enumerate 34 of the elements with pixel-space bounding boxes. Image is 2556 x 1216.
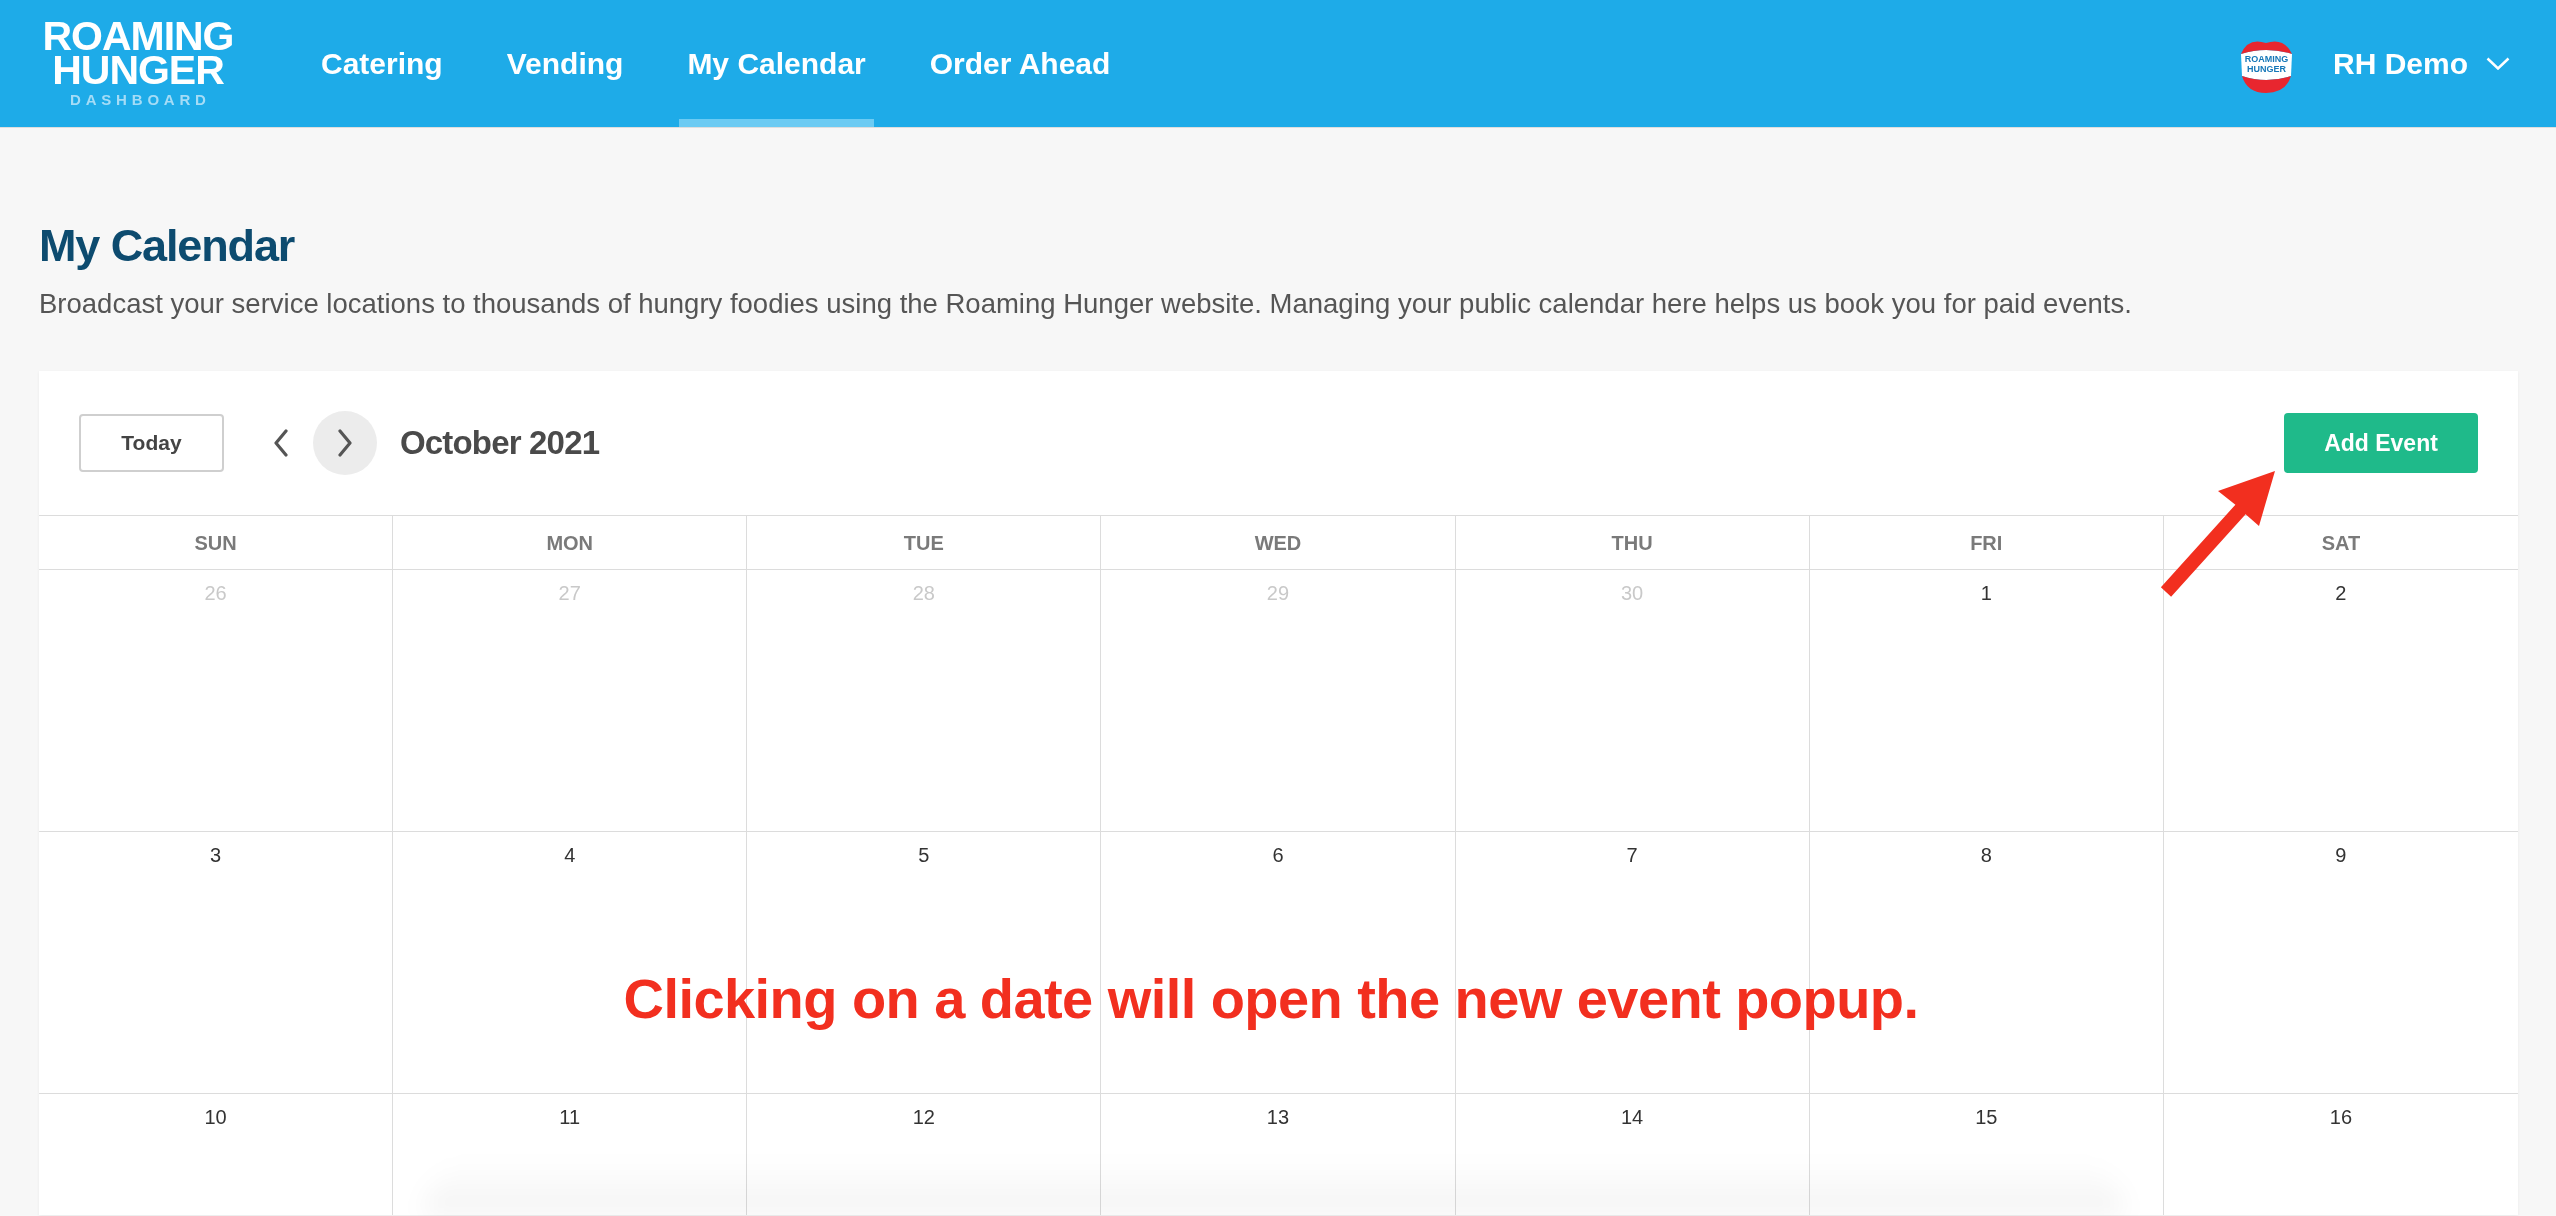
date-number[interactable]: 12	[912, 1105, 935, 1129]
date-number[interactable]: 7	[1626, 843, 1638, 867]
date-number[interactable]: 8	[1980, 843, 1992, 867]
date-number[interactable]: 13	[1266, 1105, 1290, 1129]
logo-subtitle: DASHBOARD	[69, 91, 211, 108]
date-number[interactable]: 11	[559, 1105, 581, 1129]
weekday-label: SAT	[2321, 530, 2361, 556]
date-number[interactable]: 5	[918, 843, 930, 867]
date-number[interactable]: 1	[1980, 581, 1992, 605]
chevron-right-icon	[337, 429, 353, 457]
page-description: Broadcast your service locations to thousands of hungry foodies using the Roaming Hunger website. Managing your public calendar here helps us book you for paid events.	[39, 287, 2133, 321]
date-number[interactable]: 14	[1621, 1105, 1644, 1129]
date-number[interactable]: 4	[564, 843, 576, 867]
date-number[interactable]: 16	[2329, 1105, 2353, 1129]
chevron-left-icon	[273, 429, 289, 457]
date-number[interactable]: 6	[1272, 843, 1284, 867]
weekday-label: THU	[1611, 530, 1653, 556]
date-number[interactable]: 2	[2335, 581, 2347, 605]
weekday-label: SUN	[194, 530, 237, 556]
month-title: October 2021	[400, 423, 600, 464]
weekday-label: WED	[1254, 530, 1302, 556]
page-title: My Calendar	[39, 220, 296, 272]
chevron-down-icon	[2486, 57, 2510, 70]
date-number[interactable]: 9	[2335, 843, 2347, 867]
date-number[interactable]: 3	[210, 843, 222, 867]
date-number[interactable]: 15	[1975, 1105, 1998, 1129]
today-button[interactable]: Today	[79, 414, 224, 472]
weekday-label: FRI	[1970, 530, 2003, 556]
annotation-text: Clicking on a date will open the new event popup.	[623, 966, 1919, 1032]
logo-wordmark: ROAMING HUNGER	[41, 19, 235, 87]
weekday-label: TUE	[903, 530, 944, 556]
avatar-logo: ROAMING HUNGER	[2238, 33, 2295, 94]
weekday-label: MON	[546, 530, 594, 556]
date-number[interactable]: 10	[204, 1105, 227, 1129]
